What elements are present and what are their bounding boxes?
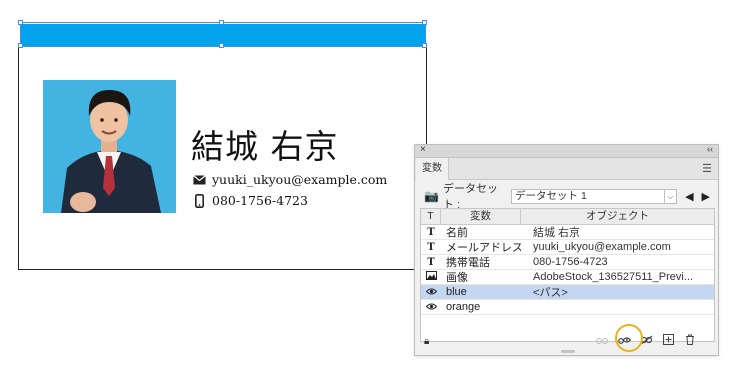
variable-object: yuuki_ukyou@example.com <box>533 241 671 253</box>
envelope-icon <box>193 174 206 185</box>
tab-variables[interactable]: 変数 <box>416 158 449 180</box>
make-text-dynamic-icon[interactable] <box>596 335 608 348</box>
selection-handle[interactable] <box>219 43 224 48</box>
panel-menu-icon[interactable]: ☰ <box>702 162 712 175</box>
table-row[interactable]: T メールアドレス yuuki_ukyou@example.com <box>421 240 714 255</box>
close-icon[interactable]: × <box>420 144 426 155</box>
text-type-icon: T <box>427 256 435 268</box>
table-row[interactable]: T 携帯電話 080-1756-4723 <box>421 255 714 270</box>
variable-object: AdobeStock_136527511_Previ... <box>533 271 694 283</box>
variable-name: 名前 <box>446 227 468 239</box>
dataset-row: 📷 データセット : データセット 1 ⌵ ◀ ▶ <box>424 183 710 211</box>
variable-name: 画像 <box>446 272 468 284</box>
card-phone-text[interactable]: 080-1756-4723 <box>212 193 308 208</box>
highlight-ring <box>615 324 643 352</box>
variable-name: 携帯電話 <box>446 257 490 269</box>
next-dataset-icon[interactable]: ▶ <box>702 190 710 203</box>
selection-handle[interactable] <box>18 20 23 25</box>
variable-name: orange <box>446 301 481 313</box>
footer-icons <box>596 334 696 348</box>
selection-handle[interactable] <box>422 20 427 25</box>
variable-name: blue <box>446 286 467 298</box>
selection-handle[interactable] <box>219 20 224 25</box>
column-header-variable[interactable]: 変数 <box>441 209 521 224</box>
table-row[interactable]: 画像 AdobeStock_136527511_Previ... <box>421 270 714 285</box>
variable-object: <パス> <box>533 287 568 299</box>
column-header-type[interactable]: T <box>421 209 441 224</box>
text-type-icon: T <box>427 226 435 238</box>
card-email-line: yuuki_ukyou@example.com <box>193 172 387 187</box>
panel-tabbar: 変数 ☰ <box>415 158 718 180</box>
card-email-text[interactable]: yuuki_ukyou@example.com <box>212 172 387 187</box>
column-header-object[interactable]: オブジェクト <box>521 209 714 224</box>
panel-footer: 🔒︎ <box>421 334 712 350</box>
previous-dataset-icon[interactable]: ◀ <box>685 190 693 203</box>
lock-icon[interactable]: 🔒︎ <box>424 336 429 347</box>
panel-resize-grip[interactable] <box>561 350 575 353</box>
table-row[interactable]: T 名前 結城 右京 <box>421 225 714 240</box>
image-icon <box>421 271 441 283</box>
new-variable-icon[interactable] <box>662 334 674 348</box>
collapse-icon[interactable]: ‹‹ <box>707 144 713 154</box>
eye-icon <box>421 302 441 313</box>
text-type-icon: T <box>427 241 435 253</box>
selection-handle[interactable] <box>422 43 427 48</box>
eye-icon <box>421 287 441 298</box>
trash-icon[interactable] <box>684 334 696 348</box>
variables-panel: × ‹‹ 変数 ☰ 📷 データセット : データセット 1 ⌵ ◀ ▶ T 変数… <box>414 144 719 356</box>
portrait-photo[interactable] <box>43 80 176 213</box>
variables-table: T 変数 オブジェクト T 名前 結城 右京 T メールアドレス yuuki_u… <box>420 208 715 342</box>
table-row[interactable]: orange <box>421 300 714 315</box>
card-name-text[interactable]: 結城 右京 <box>191 120 339 168</box>
mobile-phone-icon <box>193 193 206 208</box>
table-row[interactable]: blue <パス> <box>421 285 714 300</box>
variable-name: メールアドレス <box>446 242 521 254</box>
panel-titlebar[interactable]: × ‹‹ <box>415 144 718 158</box>
variable-object: 結城 右京 <box>533 227 581 239</box>
card-phone-line: 080-1756-4723 <box>193 193 308 208</box>
table-header: T 変数 オブジェクト <box>421 209 714 225</box>
chevron-down-icon[interactable]: ⌵ <box>664 188 678 204</box>
selection-handle[interactable] <box>18 43 23 48</box>
variable-object: 080-1756-4723 <box>533 256 608 268</box>
portrait-illustration <box>43 80 176 213</box>
dataset-select[interactable]: データセット 1 <box>511 188 665 204</box>
capture-dataset-icon[interactable]: 📷 <box>424 189 439 203</box>
